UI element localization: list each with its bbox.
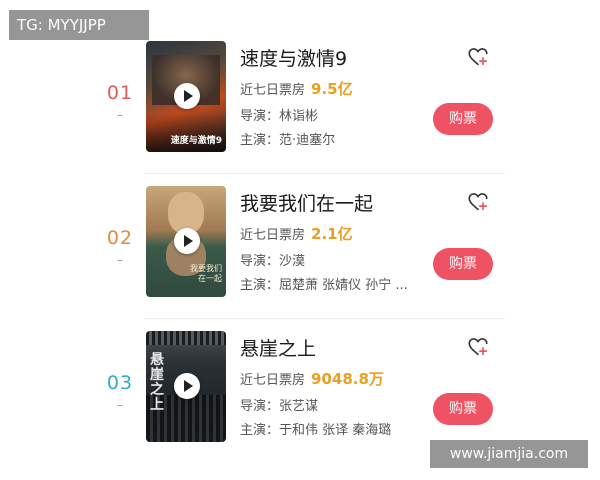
buy-ticket-button[interactable]: 购票 xyxy=(433,248,493,280)
movie-title[interactable]: 悬崖之上 xyxy=(240,334,316,361)
cast-line: 主演：屈楚萧 张婧仪 孙宁 ... xyxy=(240,274,408,293)
box-office-label: 近七日票房 xyxy=(240,83,306,98)
director-line: 导演：沙漠 xyxy=(240,250,305,269)
movie-title[interactable]: 速度与激情9 xyxy=(240,44,347,71)
rank-number: 03 xyxy=(106,372,134,394)
buy-ticket-button[interactable]: 购票 xyxy=(433,393,493,425)
heart-plus-icon[interactable] xyxy=(467,191,489,213)
director-label: 导演： xyxy=(240,254,280,269)
box-office-value: 9.5亿 xyxy=(311,80,353,98)
director-label: 导演： xyxy=(240,109,280,124)
box-office-label: 近七日票房 xyxy=(240,373,306,388)
rank-trend-dash: – xyxy=(117,253,123,267)
poster-caption: 悬崖之上 xyxy=(150,352,164,413)
movie-poster[interactable]: 我要我们在一起 xyxy=(146,186,226,297)
director-name: 林诣彬 xyxy=(279,109,319,124)
box-office-label: 近七日票房 xyxy=(240,228,306,243)
movie-poster[interactable]: 悬崖之上 xyxy=(146,331,226,442)
play-icon[interactable] xyxy=(174,228,200,254)
cast-label: 主演： xyxy=(240,133,280,148)
box-office-value: 9048.8万 xyxy=(311,370,384,388)
play-icon[interactable] xyxy=(174,373,200,399)
heart-plus-icon[interactable] xyxy=(467,46,489,68)
heart-plus-icon[interactable] xyxy=(467,336,489,358)
movie-title[interactable]: 我要我们在一起 xyxy=(240,189,373,216)
poster-caption: 我要我们在一起 xyxy=(190,264,222,283)
box-office-line: 近七日票房 2.1亿 xyxy=(240,223,353,244)
buy-ticket-button[interactable]: 购票 xyxy=(433,103,493,135)
list-item[interactable]: 01 – 速度与激情9 速度与激情9 近七日票房 9.5亿 导演：林诣彬 主演：范… xyxy=(0,28,600,173)
movie-poster[interactable]: 速度与激情9 xyxy=(146,41,226,152)
director-line: 导演：张艺谋 xyxy=(240,395,318,414)
cast-names: 屈楚萧 张婧仪 孙宁 ... xyxy=(279,278,408,293)
director-label: 导演： xyxy=(240,399,280,414)
cast-names: 范·迪塞尔 xyxy=(279,133,336,148)
cast-label: 主演： xyxy=(240,278,280,293)
rank-number: 01 xyxy=(106,82,134,104)
director-line: 导演：林诣彬 xyxy=(240,105,318,124)
rank-trend-dash: – xyxy=(117,398,123,412)
box-office-line: 近七日票房 9.5亿 xyxy=(240,78,353,99)
box-office-value: 2.1亿 xyxy=(311,225,353,243)
list-item[interactable]: 02 – 我要我们在一起 我要我们在一起 近七日票房 2.1亿 导演：沙漠 主演：… xyxy=(0,173,600,318)
play-icon[interactable] xyxy=(174,83,200,109)
box-office-line: 近七日票房 9048.8万 xyxy=(240,368,384,389)
director-name: 沙漠 xyxy=(279,254,306,269)
cast-label: 主演： xyxy=(240,423,280,438)
rank-number: 02 xyxy=(106,227,134,249)
poster-caption: 速度与激情9 xyxy=(170,136,222,146)
watermark-bottom-right: www.jiamjia.com xyxy=(430,440,588,468)
rank-trend-dash: – xyxy=(117,108,123,122)
cast-names: 于和伟 张译 秦海璐 xyxy=(279,423,392,438)
cast-line: 主演：范·迪塞尔 xyxy=(240,129,335,148)
watermark-top-left: TG: MYYJJPP xyxy=(9,10,149,40)
director-name: 张艺谋 xyxy=(279,399,319,414)
movie-ranking-list: 01 – 速度与激情9 速度与激情9 近七日票房 9.5亿 导演：林诣彬 主演：范… xyxy=(0,28,600,463)
cast-line: 主演：于和伟 张译 秦海璐 xyxy=(240,419,391,438)
